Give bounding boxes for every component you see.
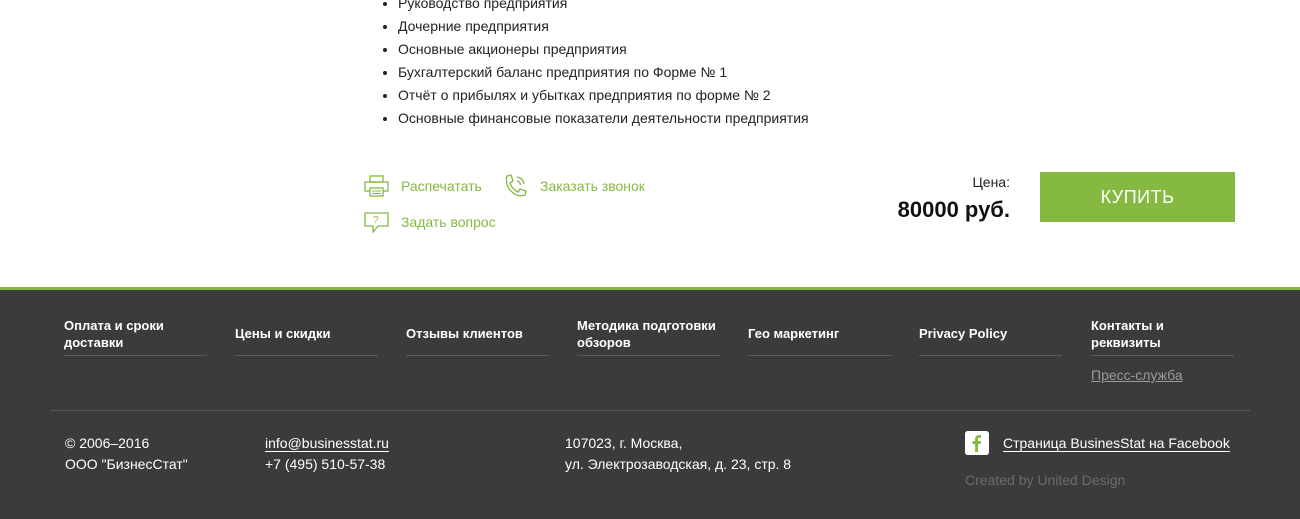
buy-button[interactable]: КУПИТЬ	[1040, 172, 1235, 222]
address-line-2: ул. Электрозаводская, д. 23, стр. 8	[565, 456, 792, 472]
list-item: Основные акционеры предприятия	[398, 38, 809, 61]
price-label: Цена:	[972, 174, 1010, 190]
ask-question-label: Задать вопрос	[401, 214, 496, 230]
footer-nav-geo-marketing[interactable]: Гео маркетинг	[748, 312, 891, 356]
feature-list: Руководство предприятия Дочерние предпри…	[380, 0, 809, 130]
press-service-link[interactable]: Пресс-служба	[1091, 367, 1183, 383]
product-section: Руководство предприятия Дочерние предпри…	[0, 0, 1300, 287]
company-name: ООО "БизнесСтат"	[65, 456, 188, 472]
facebook-icon[interactable]	[965, 431, 989, 455]
phone-icon	[505, 174, 527, 197]
email-link[interactable]: info@businesstat.ru	[265, 435, 389, 452]
footer-divider	[50, 410, 1250, 411]
footer-nav-methodology[interactable]: Методика подготовки обзоров	[577, 312, 720, 356]
copyright-years: © 2006–2016	[65, 435, 150, 451]
price-value: 80000 руб.	[897, 197, 1010, 222]
footer: Оплата и сроки доставки Цены и скидки От…	[0, 287, 1300, 519]
list-item: Отчёт о прибылях и убытках предприятия п…	[398, 84, 809, 107]
phone-number: +7 (495) 510-57-38	[265, 456, 386, 472]
list-item: Бухгалтерский баланс предприятия по Форм…	[398, 61, 809, 84]
facebook-link[interactable]: Страница BusinesStat на Facebook	[1003, 435, 1230, 452]
print-label: Распечатать	[401, 178, 482, 194]
printer-icon	[364, 175, 389, 197]
question-bubble-icon: ?	[364, 212, 389, 233]
footer-nav-reviews[interactable]: Отзывы клиентов	[406, 312, 549, 356]
footer-nav-privacy-policy[interactable]: Privacy Policy	[919, 312, 1062, 356]
copyright-block: © 2006–2016 ООО "БизнесСтат"	[65, 433, 188, 475]
callback-label: Заказать звонок	[540, 178, 645, 194]
footer-nav-contacts[interactable]: Контакты и реквизиты	[1091, 312, 1234, 356]
list-item: Руководство предприятия	[398, 0, 809, 15]
list-item: Основные финансовые показатели деятельно…	[398, 107, 809, 130]
footer-nav-prices[interactable]: Цены и скидки	[235, 312, 378, 356]
svg-text:?: ?	[373, 215, 379, 226]
footer-nav-delivery[interactable]: Оплата и сроки доставки	[64, 312, 207, 356]
print-link[interactable]: Распечатать	[364, 175, 482, 197]
address-line-1: 107023, г. Москва,	[565, 435, 683, 451]
contacts-block: info@businesstat.ru +7 (495) 510-57-38	[265, 433, 389, 475]
list-item: Дочерние предприятия	[398, 15, 809, 38]
ask-question-link[interactable]: ? Задать вопрос	[364, 211, 496, 233]
facebook-block: Страница BusinesStat на Facebook	[1003, 433, 1230, 454]
created-by: Created by United Design	[965, 472, 1126, 488]
callback-link[interactable]: Заказать звонок	[503, 173, 645, 199]
address-block: 107023, г. Москва, ул. Электрозаводская,…	[565, 433, 791, 475]
